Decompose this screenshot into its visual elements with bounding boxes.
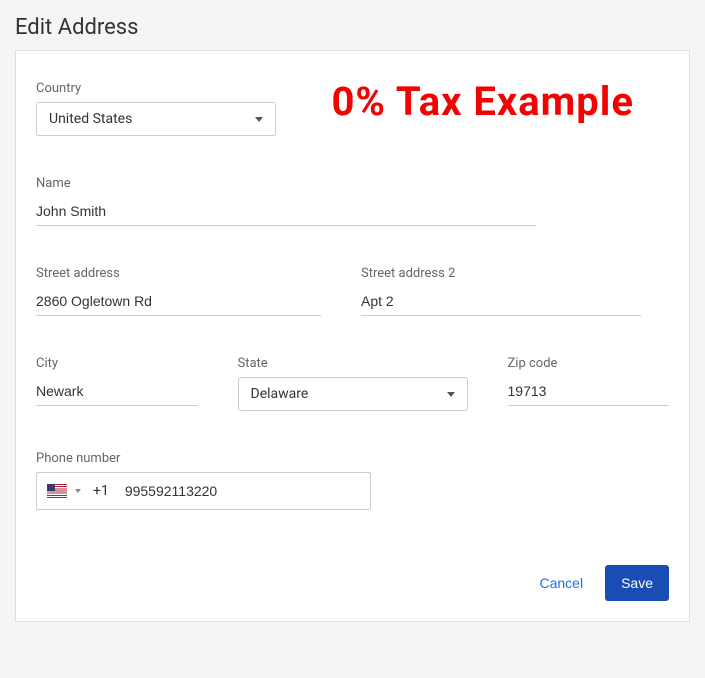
chevron-down-icon [255, 117, 263, 122]
cancel-button[interactable]: Cancel [535, 567, 587, 599]
address-form-card: 0% Tax Example Country United States Nam… [15, 50, 690, 622]
phone-input[interactable] [125, 483, 360, 499]
save-button[interactable]: Save [605, 565, 669, 601]
state-field: State Delaware [238, 356, 468, 411]
zip-label: Zip code [508, 356, 670, 371]
city-input[interactable] [36, 377, 198, 406]
name-label: Name [36, 176, 536, 191]
page-title: Edit Address [0, 0, 705, 50]
phone-prefix: +1 [93, 483, 109, 499]
phone-field: Phone number +1 [36, 451, 371, 510]
phone-box: +1 [36, 472, 371, 510]
street2-field: Street address 2 [361, 266, 641, 316]
street-label: Street address [36, 266, 321, 281]
country-field: Country United States [36, 81, 276, 136]
city-label: City [36, 356, 198, 371]
name-field: Name [36, 176, 536, 226]
zip-input[interactable] [508, 377, 670, 406]
state-value: Delaware [251, 386, 309, 402]
country-dropdown[interactable]: United States [36, 102, 276, 136]
street2-label: Street address 2 [361, 266, 641, 281]
street-field: Street address [36, 266, 321, 316]
street2-input[interactable] [361, 287, 641, 316]
tax-overlay-text: 0% Tax Example [331, 76, 634, 128]
state-label: State [238, 356, 468, 371]
us-flag-icon[interactable] [47, 484, 67, 498]
zip-field: Zip code [508, 356, 670, 411]
chevron-down-icon [447, 392, 455, 397]
city-field: City [36, 356, 198, 411]
country-value: United States [49, 111, 132, 127]
phone-label: Phone number [36, 451, 371, 466]
street-input[interactable] [36, 287, 321, 316]
name-input[interactable] [36, 197, 536, 226]
chevron-down-icon[interactable] [75, 489, 81, 493]
country-label: Country [36, 81, 276, 96]
state-dropdown[interactable]: Delaware [238, 377, 468, 411]
form-footer: Cancel Save [36, 565, 669, 601]
